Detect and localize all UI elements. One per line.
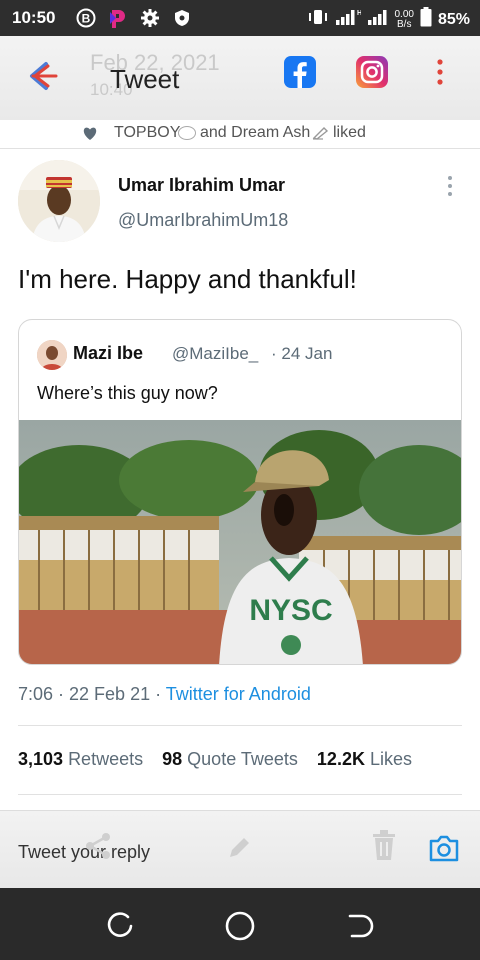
home-icon[interactable] [224,910,256,947]
network-speed: 0.00 B/s [394,8,414,30]
battery-percent: 85% [437,10,470,28]
image-shirt-text: NYSC [249,594,332,627]
liked-suffix: liked [333,124,366,141]
tweet-timestamp-line: 7:06 · 22 Feb 21 · Twitter for Android [18,684,311,705]
writing-hand-icon [312,126,330,145]
shield-icon [172,8,192,28]
quoted-author-handle: @MaziIbe_ [172,344,259,363]
author-avatar[interactable] [18,160,100,242]
author-name[interactable]: Umar Ibrahim Umar [118,175,285,196]
heart-icon [82,126,98,146]
status-right: H 0.00 B/s 85% [307,7,470,32]
trash-icon[interactable] [370,829,398,866]
liked-user-1[interactable]: TOPBOY [114,124,180,142]
page-title: Tweet [110,64,180,94]
instagram-icon[interactable] [356,56,388,88]
status-time: 10:50 [12,8,56,27]
share-icon[interactable] [84,831,112,866]
pencil-icon[interactable] [226,835,252,866]
tweet-stats: 3,103 Retweets 98 Quote Tweets 12.2K Lik… [18,749,412,770]
retweets-stat[interactable]: 3,103 Retweets [18,749,143,769]
status-bar: 10:50 B H 0.00 B/s 85% [0,0,480,36]
recents-icon[interactable] [106,912,134,945]
liked-by-line: TOPBOY and Dream Ash liked [0,120,480,148]
more-vertical-icon[interactable] [432,56,448,88]
svg-text:H: H [357,10,361,17]
quoted-tweet[interactable]: Mazi Ibe @MaziIbe_ · 24 Jan Where’s this… [18,319,462,665]
camera-icon[interactable] [428,833,460,868]
signal-icon [367,8,389,31]
quoted-text: Where’s this guy now? [37,383,218,403]
battery-icon [420,7,432,32]
speech-bubble-icon [178,126,196,140]
system-nav-bar [0,888,480,960]
reply-bar: Tweet your reply [0,810,480,888]
divider [18,725,462,726]
bitcoin-icon: B [76,8,96,28]
facebook-icon[interactable] [284,56,316,88]
divider [0,148,480,149]
divider [18,794,462,795]
signal-icon: H [335,8,362,31]
liked-user-2[interactable]: and Dream Ash [200,124,310,142]
quoted-author-name: Mazi Ibe [73,343,144,363]
svg-text:B: B [82,12,91,26]
quoted-image[interactable]: NYSC [19,420,461,664]
p-app-icon [108,8,128,28]
back-nav-icon[interactable] [346,912,374,945]
quoted-author-avatar [37,340,67,370]
gear-icon [140,8,160,28]
tweet-source-link[interactable]: Twitter for Android [166,684,311,704]
vibrate-icon [307,8,329,31]
tweet-text: I'm here. Happy and thankful! [18,264,357,294]
quoted-date: · 24 Jan [271,344,333,363]
tweet-time: 7:06 · 22 Feb 21 · [18,684,162,704]
app-header: Feb 22, 2021 10:40 Tweet [0,36,480,120]
author-handle[interactable]: @UmarIbrahimUm18 [118,210,288,231]
quote-tweets-stat[interactable]: 98 Quote Tweets [162,749,298,769]
likes-stat[interactable]: 12.2K Likes [317,749,412,769]
tweet-more-icon[interactable] [444,174,456,198]
back-arrow-icon[interactable] [24,58,60,94]
